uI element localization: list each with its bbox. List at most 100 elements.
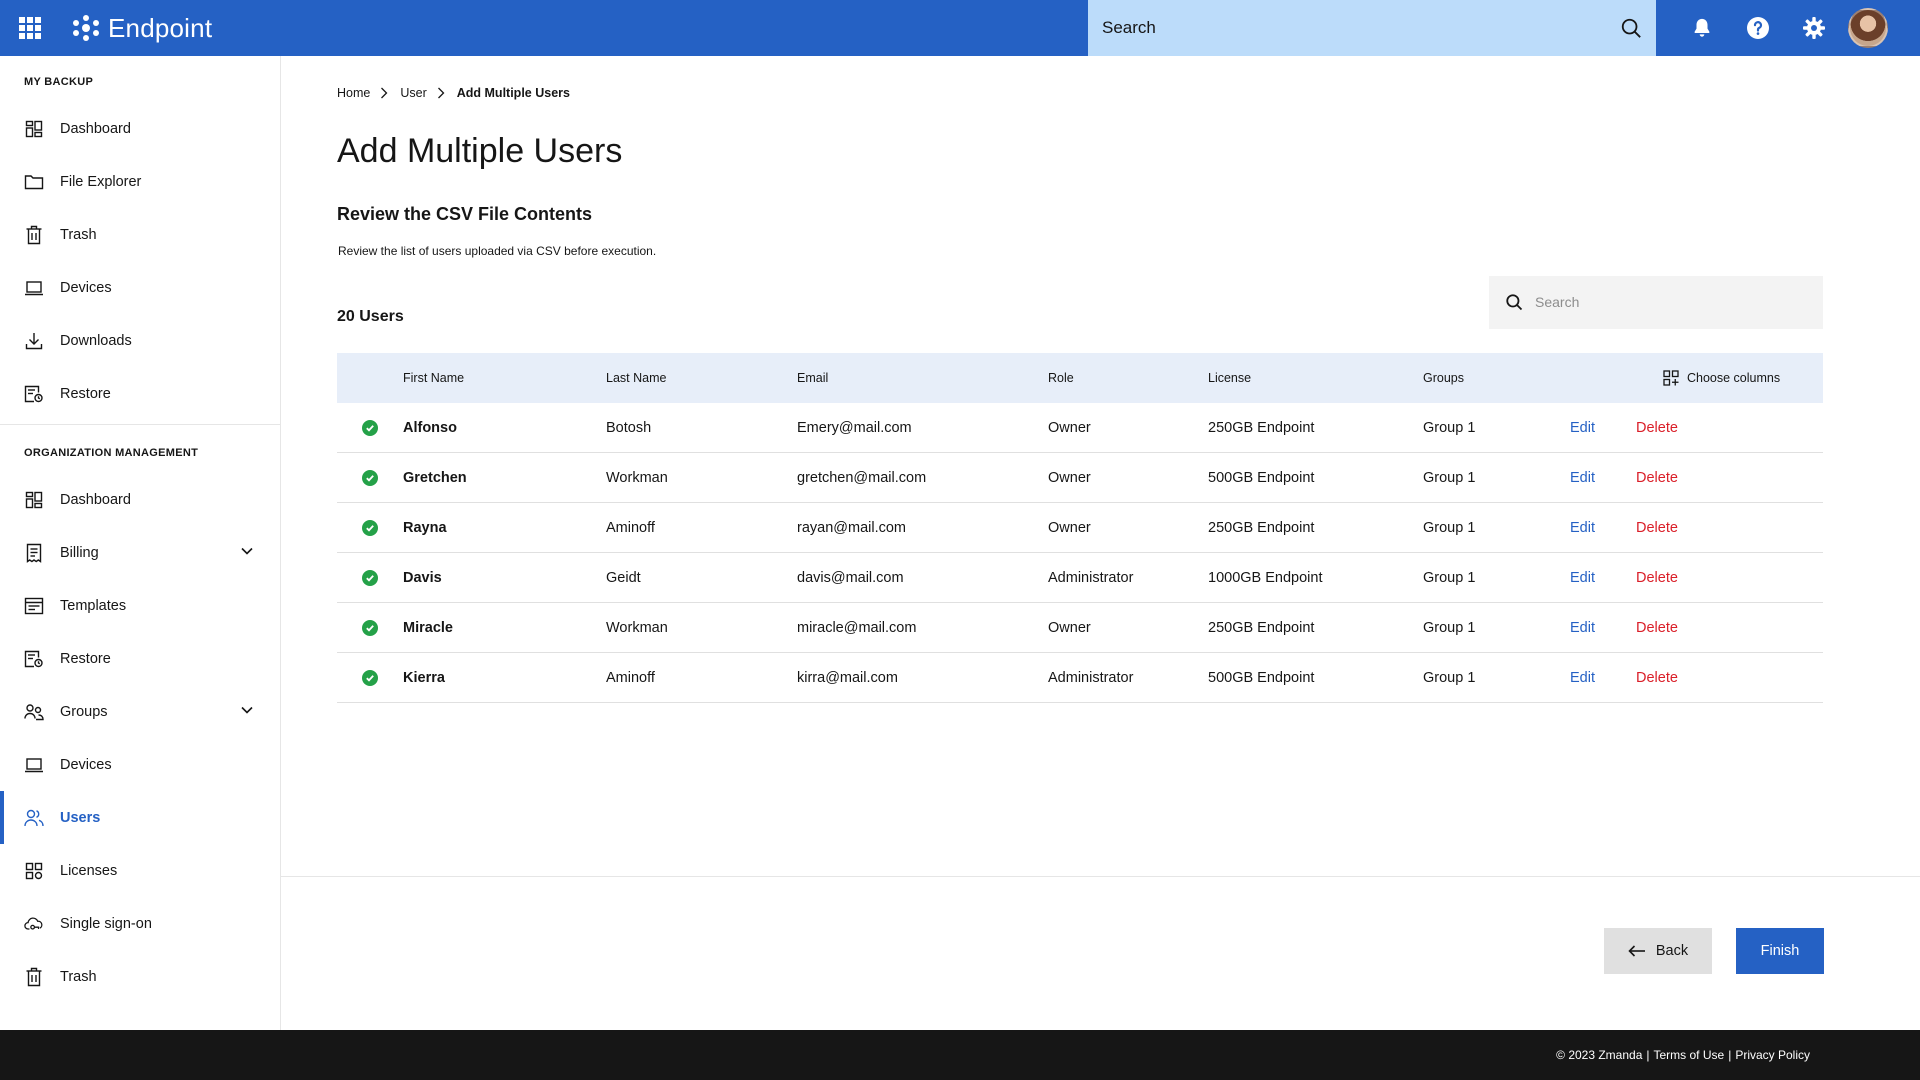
sidebar-item-restore[interactable]: Restore [0,367,280,420]
sidebar-item-dashboard[interactable]: Dashboard [0,102,280,155]
status-cell [337,519,403,536]
cell-email: gretchen@mail.com [797,469,927,486]
edit-link[interactable]: Edit [1570,620,1636,636]
checkmark-circle-icon [362,569,378,586]
cloud-key-icon [24,914,44,934]
sidebar-item-label: Devices [60,756,112,773]
breadcrumb-user[interactable]: User [400,86,426,100]
sidebar-item-label: Single sign-on [60,915,152,932]
delete-link[interactable]: Delete [1636,570,1736,586]
privacy-policy-link[interactable]: Privacy Policy [1735,1048,1810,1062]
cell-group: Group 1 [1423,419,1476,436]
sidebar-item-devices[interactable]: Devices [0,261,280,314]
breadcrumb-home[interactable]: Home [337,86,370,100]
columns-grid-icon [1663,370,1679,386]
checkmark-circle-icon [362,469,378,486]
user-avatar[interactable] [1848,8,1888,48]
cell-first-name: Alfonso [403,419,457,436]
user-count: 20 Users [337,308,404,325]
column-header-groups[interactable]: Groups [1423,371,1570,385]
cell-role: Administrator [1048,569,1134,586]
cell-license: 1000GB Endpoint [1208,569,1323,586]
cell-first-name: Gretchen [403,469,467,486]
edit-link[interactable]: Edit [1570,420,1636,436]
cell-last-name: Workman [606,469,668,486]
cell-group: Group 1 [1423,569,1476,586]
search-icon[interactable] [1620,17,1642,39]
notifications-button[interactable] [1674,0,1730,56]
choose-columns-button[interactable]: Choose columns [1663,353,1780,403]
chevron-down-icon[interactable] [240,544,254,558]
table-row: Gretchen Workman gretchen@mail.com Owner… [337,453,1823,503]
section-subtitle: Review the CSV File Contents [337,204,593,224]
sidebar-item-org-dashboard[interactable]: Dashboard [0,473,280,526]
sidebar-item-label: File Explorer [60,173,142,190]
settings-button[interactable] [1786,0,1842,56]
chevron-right-icon [380,87,390,99]
terms-of-use-link[interactable]: Terms of Use [1654,1048,1725,1062]
sidebar-item-label: Trash [60,968,97,985]
sidebar-item-templates[interactable]: Templates [0,579,280,632]
sidebar-item-org-restore[interactable]: Restore [0,632,280,685]
edit-link[interactable]: Edit [1570,520,1636,536]
chevron-down-icon[interactable] [240,703,254,717]
section-title-organization-management: ORGANIZATION MANAGEMENT [24,447,199,459]
sidebar-item-downloads[interactable]: Downloads [0,314,280,367]
edit-link[interactable]: Edit [1570,670,1636,686]
checkmark-circle-icon [362,669,378,686]
cell-first-name: Davis [403,569,442,586]
endpoint-logo-icon [73,15,99,41]
sidebar-item-label: Trash [60,226,97,243]
sidebar-item-groups[interactable]: Groups [0,685,280,738]
finish-button[interactable]: Finish [1736,928,1824,974]
column-header-email[interactable]: Email [797,371,1048,385]
restore-icon [24,384,44,404]
delete-link[interactable]: Delete [1636,620,1736,636]
cell-group: Group 1 [1423,469,1476,486]
global-search-input[interactable] [1102,18,1620,38]
sidebar-item-label: Dashboard [60,120,131,137]
cell-license: 250GB Endpoint [1208,619,1315,636]
back-button[interactable]: Back [1604,928,1712,974]
sidebar-item-org-trash[interactable]: Trash [0,950,280,1003]
download-icon [24,331,44,351]
cell-role: Owner [1048,619,1091,636]
cell-first-name: Rayna [403,519,447,536]
sidebar-item-licenses[interactable]: Licenses [0,844,280,897]
column-header-role[interactable]: Role [1048,371,1208,385]
sidebar-item-users[interactable]: Users [0,791,280,844]
cell-license: 500GB Endpoint [1208,469,1315,486]
cell-first-name: Kierra [403,669,445,686]
brand-name: Endpoint [108,12,213,43]
delete-link[interactable]: Delete [1636,420,1736,436]
table-search-input[interactable] [1535,294,1807,310]
table-header: First Name Last Name Email Role License … [337,353,1823,403]
trash-icon [24,967,44,987]
delete-link[interactable]: Delete [1636,470,1736,486]
cell-role: Administrator [1048,669,1134,686]
sidebar-item-file-explorer[interactable]: File Explorer [0,155,280,208]
sidebar-item-org-devices[interactable]: Devices [0,738,280,791]
column-header-license[interactable]: License [1208,371,1423,385]
sidebar-item-single-sign-on[interactable]: Single sign-on [0,897,280,950]
users-table: First Name Last Name Email Role License … [337,353,1823,703]
brand-logo[interactable]: Endpoint [72,13,212,44]
breadcrumb-current: Add Multiple Users [456,86,570,100]
help-button[interactable] [1730,0,1786,56]
sidebar-item-label: Downloads [60,332,132,349]
sidebar-item-billing[interactable]: Billing [0,526,280,579]
column-header-last-name[interactable]: Last Name [606,371,797,385]
column-header-first-name[interactable]: First Name [403,371,606,385]
delete-link[interactable]: Delete [1636,520,1736,536]
sidebar-item-label: Restore [60,385,111,402]
app-switcher-button[interactable] [0,0,60,56]
restore-icon [24,649,44,669]
sidebar-item-label: Devices [60,279,112,296]
edit-link[interactable]: Edit [1570,470,1636,486]
delete-link[interactable]: Delete [1636,670,1736,686]
cell-role: Owner [1048,419,1091,436]
edit-link[interactable]: Edit [1570,570,1636,586]
cell-role: Owner [1048,469,1091,486]
top-actions [1674,0,1888,56]
sidebar-item-trash[interactable]: Trash [0,208,280,261]
